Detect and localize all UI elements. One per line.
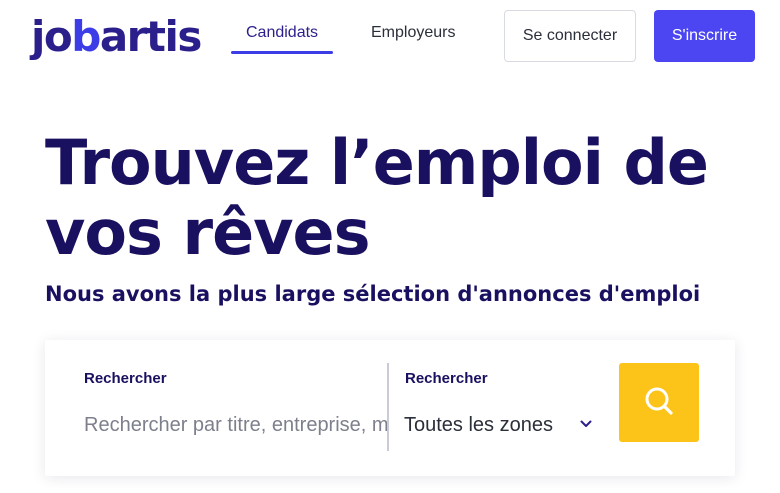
login-button[interactable]: Se connecter: [504, 10, 636, 62]
nav-tab-employeurs[interactable]: Employeurs: [371, 24, 455, 42]
keyword-label: Rechercher: [84, 370, 167, 387]
hero-subtitle: Nous avons la plus large sélection d'ann…: [45, 282, 701, 306]
signup-button[interactable]: S'inscrire: [654, 10, 755, 62]
keyword-search-input[interactable]: [84, 410, 388, 440]
zone-select-value: Toutes les zones: [404, 413, 553, 436]
hero-title-line1: Trouvez l’emploi de: [45, 126, 709, 199]
site-header: jobartis Candidats Employeurs Se connect…: [0, 0, 780, 72]
logo-text-part2: b: [71, 12, 101, 61]
hero-title-line2: vos rêves: [45, 196, 370, 269]
jobartis-logo[interactable]: jobartis: [31, 10, 203, 61]
hero-title: Trouvez l’emploi de vos rêves: [45, 128, 745, 268]
field-divider: [387, 363, 389, 451]
zone-label: Rechercher: [405, 370, 488, 387]
chevron-down-icon[interactable]: [578, 416, 594, 432]
zone-select[interactable]: Toutes les zones: [404, 410, 604, 440]
nav-tab-candidats[interactable]: Candidats: [230, 24, 334, 54]
logo-text-part1: jo: [31, 12, 73, 61]
search-button[interactable]: [619, 363, 699, 442]
logo-text-part3: artis: [99, 12, 203, 61]
search-card: Rechercher Rechercher Toutes les zones: [45, 340, 735, 476]
search-icon: [643, 385, 675, 421]
